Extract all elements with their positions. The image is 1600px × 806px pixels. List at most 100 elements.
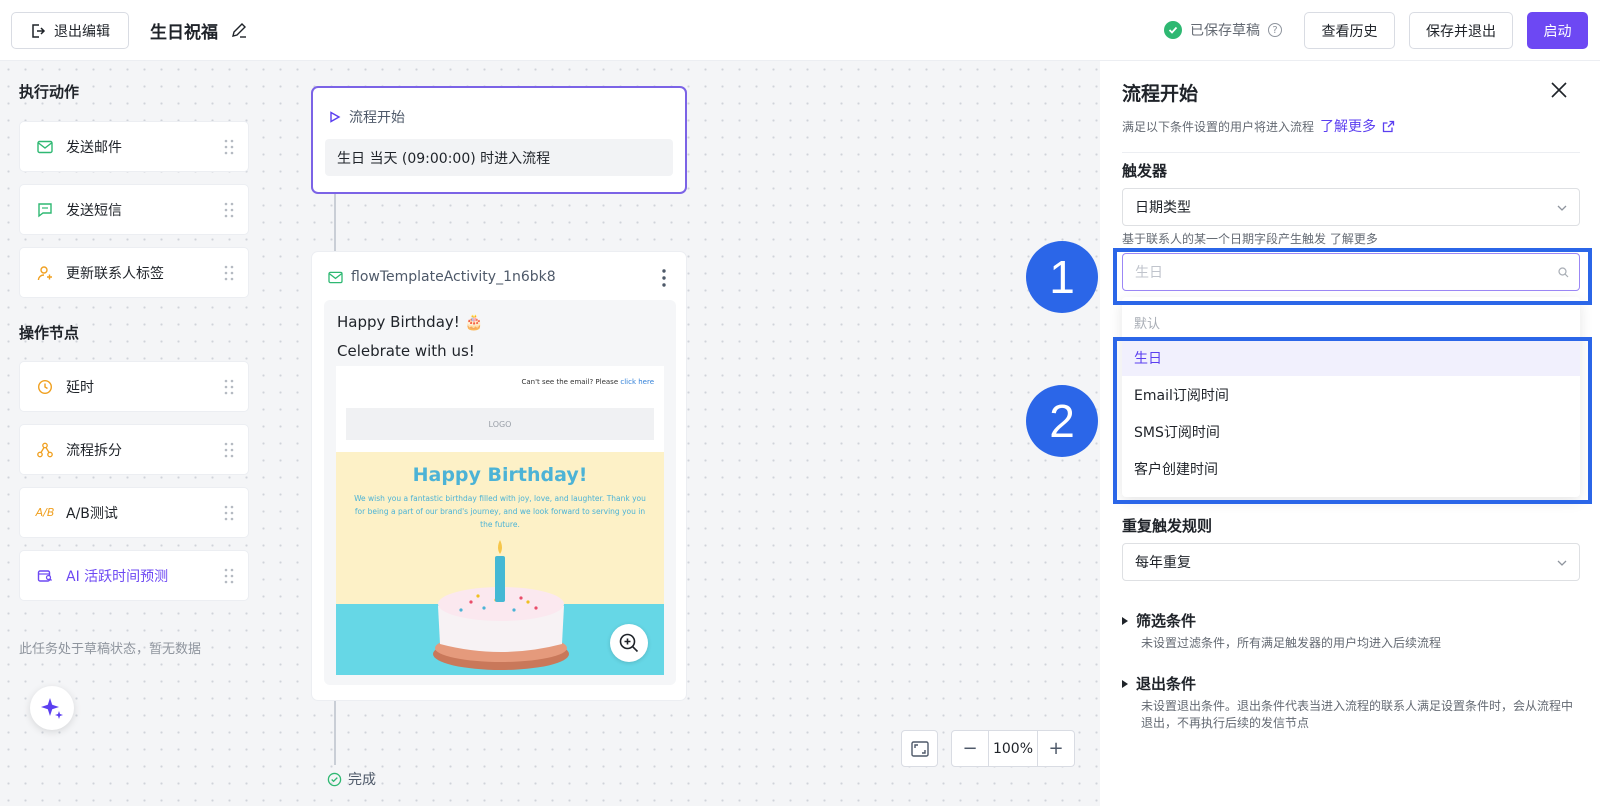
click-here-link: click here (620, 378, 654, 386)
highlight-box-2 (1113, 337, 1592, 504)
nodes-section-title: 操作节点 (19, 324, 80, 342)
drag-handle-icon[interactable] (224, 442, 234, 458)
panel-title: 流程开始 (1122, 83, 1199, 105)
node-ai-active-time[interactable]: AI 活跃时间预测 (19, 550, 249, 601)
actions-section-title: 执行动作 (19, 83, 80, 101)
node-ab-test[interactable]: A/B A/B测试 (19, 487, 249, 538)
repeat-rule-select[interactable]: 每年重复 (1122, 543, 1580, 581)
email-subject: Happy Birthday! 🎂 (337, 313, 484, 331)
sparkle-icon (41, 698, 63, 719)
panel-subtitle-text: 满足以下条件设置的用户将进入流程 (1122, 119, 1315, 134)
node-label: 延时 (66, 379, 94, 396)
email-node-header: flowTemplateActivity_1n6bk8 (328, 269, 556, 285)
action-update-contact-tag[interactable]: 更新联系人标签 (19, 247, 249, 298)
more-menu-icon[interactable] (662, 268, 666, 288)
email-activity-node[interactable]: flowTemplateActivity_1n6bk8 Happy Birthd… (311, 251, 687, 701)
drag-handle-icon[interactable] (224, 505, 234, 521)
node-label: A/B测试 (66, 505, 118, 522)
highlight-box-1 (1113, 248, 1592, 305)
launch-button[interactable]: 启动 (1527, 12, 1588, 49)
zoom-preview-button[interactable] (610, 624, 648, 662)
filter-conditions-desc: 未设置过滤条件，所有满足触发器的用户均进入后续流程 (1141, 636, 1442, 650)
divider (1122, 152, 1580, 153)
chevron-down-icon (1557, 560, 1567, 566)
caret-right-icon (1122, 679, 1128, 688)
zoom-in-button[interactable]: + (1038, 731, 1074, 766)
trigger-label: 触发器 (1122, 162, 1168, 180)
connector-line (334, 701, 336, 765)
trigger-type-value: 日期类型 (1135, 200, 1191, 216)
drag-handle-icon[interactable] (224, 568, 234, 584)
learn-more-link[interactable]: 了解更多 (1320, 116, 1376, 136)
caret-right-icon (1122, 616, 1128, 625)
save-and-exit-button[interactable]: 保存并退出 (1409, 12, 1513, 49)
action-label: 发送邮件 (66, 139, 122, 156)
fit-screen-icon (910, 740, 929, 757)
node-delay[interactable]: 延时 (19, 361, 249, 412)
page-title: 生日祝福 (150, 23, 218, 43)
start-node-condition: 生日 当天 (09:00:00) 时进入流程 (325, 139, 673, 176)
edit-title-icon[interactable] (230, 21, 248, 39)
close-icon[interactable] (1550, 81, 1568, 99)
ab-test-icon: A/B (35, 506, 55, 519)
save-status: 已保存草稿 ? (1164, 20, 1282, 40)
check-circle-icon (1164, 21, 1182, 39)
ai-assistant-button[interactable] (30, 686, 74, 730)
save-status-text: 已保存草稿 (1190, 23, 1260, 39)
action-label: 更新联系人标签 (66, 265, 164, 282)
exit-conditions-toggle[interactable]: 退出条件 (1122, 673, 1196, 694)
cant-see-text: Can't see the email? Please (521, 378, 619, 386)
cake-illustration (433, 540, 569, 670)
split-icon (36, 441, 54, 459)
exit-icon (32, 23, 46, 38)
repeat-rule-label: 重复触发规则 (1122, 517, 1213, 535)
filter-conditions-toggle[interactable]: 筛选条件 (1122, 610, 1196, 631)
node-label: AI 活跃时间预测 (66, 568, 169, 585)
email-preview-text: Celebrate with us! (337, 342, 475, 360)
connector-line (334, 194, 336, 251)
start-node-title: 流程开始 (349, 110, 405, 126)
email-preview-card: Happy Birthday! 🎂 Celebrate with us! Can… (324, 300, 676, 685)
top-bar: 退出编辑 生日祝福 已保存草稿 ? 查看历史 保存并退出 启动 (0, 0, 1600, 61)
repeat-rule-value: 每年重复 (1135, 555, 1191, 571)
play-icon (330, 111, 341, 123)
node-flow-split[interactable]: 流程拆分 (19, 424, 249, 475)
drag-handle-icon[interactable] (224, 265, 234, 281)
node-label: 流程拆分 (66, 442, 122, 459)
email-node-name: flowTemplateActivity_1n6bk8 (351, 269, 556, 285)
check-circle-outline-icon (327, 772, 342, 786)
drag-handle-icon[interactable] (224, 139, 234, 155)
logo-placeholder: LOGO (346, 408, 654, 440)
exit-edit-button[interactable]: 退出编辑 (11, 12, 129, 49)
annotation-badge-1: 1 (1026, 241, 1098, 313)
trigger-type-select[interactable]: 日期类型 (1122, 188, 1580, 226)
chevron-down-icon (1557, 205, 1567, 211)
dropdown-group-label: 默认 (1134, 317, 1161, 332)
exit-conditions-title: 退出条件 (1136, 675, 1197, 693)
birthday-headline: Happy Birthday! (412, 464, 588, 486)
filter-conditions-title: 筛选条件 (1136, 612, 1197, 630)
action-send-email[interactable]: 发送邮件 (19, 121, 249, 172)
mail-icon (328, 271, 343, 283)
start-node-header: 流程开始 (329, 107, 405, 127)
zoom-level: 100% (988, 731, 1038, 766)
clock-icon (36, 378, 54, 396)
view-history-button[interactable]: 查看历史 (1304, 12, 1395, 49)
zoom-control: − 100% + (951, 730, 1075, 767)
fit-view-button[interactable] (901, 730, 938, 767)
external-link-icon[interactable] (1382, 120, 1395, 133)
zoom-out-button[interactable]: − (952, 731, 988, 766)
flow-start-node[interactable]: 流程开始 生日 当天 (09:00:00) 时进入流程 (311, 86, 687, 194)
flow-end-node: 完成 (327, 769, 376, 789)
help-icon[interactable]: ? (1268, 23, 1282, 37)
trigger-hint: 基于联系人的某一个日期字段产生触发 了解更多 (1122, 232, 1378, 246)
zoom-in-icon (619, 633, 639, 653)
message-icon (36, 201, 54, 219)
draft-status-note: 此任务处于草稿状态，暂无数据 (19, 642, 202, 657)
drag-handle-icon[interactable] (224, 379, 234, 395)
drag-handle-icon[interactable] (224, 202, 234, 218)
annotation-badge-2: 2 (1026, 385, 1098, 457)
flow-canvas[interactable]: 执行动作 发送邮件 发送短信 更新联系人标签 操作节点 延时 流程拆分 A/B … (0, 61, 1100, 806)
cant-see-note: Can't see the email? Please click here (521, 378, 654, 386)
action-send-sms[interactable]: 发送短信 (19, 184, 249, 235)
